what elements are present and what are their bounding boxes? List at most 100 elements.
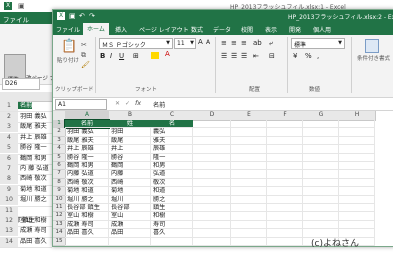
empty-cell[interactable]: [339, 128, 374, 137]
back-cell[interactable]: 羽田 義弘: [18, 113, 47, 120]
empty-cell[interactable]: [231, 120, 266, 129]
data-cell[interactable]: 羽田 義弘: [65, 128, 108, 137]
empty-cell[interactable]: [193, 229, 230, 238]
data-cell[interactable]: 飯尾 雅夫: [65, 137, 108, 146]
empty-cell[interactable]: [193, 128, 230, 137]
empty-cell[interactable]: [109, 238, 150, 246]
align-bottom-icon[interactable]: ≡: [241, 39, 247, 47]
empty-cell[interactable]: [303, 212, 338, 221]
tab-data[interactable]: データ: [213, 25, 231, 34]
empty-cell[interactable]: [193, 212, 230, 221]
back-name-box[interactable]: D26: [2, 78, 40, 90]
empty-cell[interactable]: [339, 187, 374, 196]
empty-cell[interactable]: [267, 204, 302, 213]
back-cell[interactable]: 品田 喜久: [18, 238, 47, 245]
data-cell[interactable]: 品田 喜久: [65, 229, 108, 238]
empty-cell[interactable]: [231, 229, 266, 238]
align-right-icon[interactable]: ☰: [241, 52, 247, 60]
data-cell[interactable]: 井上 辰雄: [65, 145, 108, 154]
undo-icon[interactable]: ↶: [79, 12, 85, 20]
data-cell[interactable]: 成瀬: [109, 221, 150, 230]
wrap-text-icon[interactable]: ⤶: [269, 39, 273, 48]
data-cell[interactable]: 長谷部: [109, 204, 150, 213]
merge-center-icon[interactable]: ⊟: [269, 52, 275, 60]
data-cell[interactable]: 勝谷 隆一: [65, 154, 108, 162]
data-cell[interactable]: 菊地: [109, 187, 150, 196]
empty-cell[interactable]: [267, 120, 302, 129]
data-cell[interactable]: 雅夫: [151, 137, 192, 146]
empty-cell[interactable]: [193, 154, 230, 162]
data-cell[interactable]: 長谷部 鎮生: [65, 204, 108, 213]
empty-cell[interactable]: [193, 170, 230, 179]
empty-cell[interactable]: [193, 179, 230, 188]
border-icon[interactable]: ⊞: [133, 52, 139, 60]
empty-cell[interactable]: [339, 120, 374, 129]
data-cell[interactable]: 内藤: [109, 170, 150, 179]
back-cell[interactable]: 鶴岡 和男: [18, 155, 47, 162]
data-cell[interactable]: 室山 和樹: [65, 212, 108, 221]
tab-formulas[interactable]: 数式: [191, 25, 203, 34]
shrink-font-icon[interactable]: A: [206, 39, 210, 46]
empty-cell[interactable]: [267, 137, 302, 146]
empty-cell[interactable]: [267, 154, 302, 162]
back-cell[interactable]: 勝谷 隆一: [18, 144, 47, 151]
format-painter-icon[interactable]: 🖌: [81, 61, 90, 69]
empty-cell[interactable]: [231, 204, 266, 213]
tab-review[interactable]: 校閲: [241, 25, 253, 34]
back-cell[interactable]: 内 藤 弘道: [18, 165, 49, 172]
cancel-icon[interactable]: ✕: [115, 100, 120, 107]
data-cell[interactable]: 内藤 弘道: [65, 170, 108, 179]
empty-cell[interactable]: [339, 212, 374, 221]
empty-cell[interactable]: [267, 229, 302, 238]
data-cell[interactable]: 和男: [151, 162, 192, 171]
grow-font-icon[interactable]: A: [198, 38, 203, 46]
empty-cell[interactable]: [267, 179, 302, 188]
empty-cell[interactable]: [231, 128, 266, 137]
data-cell[interactable]: 義弘: [151, 128, 192, 137]
data-cell[interactable]: 辰雄: [151, 145, 192, 154]
empty-cell[interactable]: [339, 162, 374, 171]
empty-cell[interactable]: [267, 128, 302, 137]
back-cell[interactable]: 井上 辰雄: [18, 134, 47, 141]
empty-cell[interactable]: [231, 187, 266, 196]
empty-cell[interactable]: [303, 120, 338, 129]
orientation-icon[interactable]: ab: [253, 39, 262, 47]
number-format-select[interactable]: 標準 ▼: [291, 38, 345, 49]
empty-cell[interactable]: [303, 221, 338, 230]
empty-cell[interactable]: [193, 221, 230, 230]
align-center-icon[interactable]: ☰: [231, 52, 237, 60]
data-cell[interactable]: 西崎 敬次: [65, 179, 108, 188]
empty-cell[interactable]: [303, 204, 338, 213]
empty-cell[interactable]: [231, 238, 266, 246]
enter-icon[interactable]: ✓: [125, 100, 130, 107]
empty-cell[interactable]: [303, 170, 338, 179]
data-cell[interactable]: 和樹: [151, 212, 192, 221]
data-cell[interactable]: 勝之: [151, 196, 192, 204]
empty-cell[interactable]: [267, 162, 302, 171]
currency-icon[interactable]: ¥: [293, 52, 297, 60]
back-cell[interactable]: 飯尾 雅夫: [18, 123, 47, 130]
data-cell[interactable]: 西崎: [109, 179, 150, 188]
empty-cell[interactable]: [303, 128, 338, 137]
empty-cell[interactable]: [193, 204, 230, 213]
align-top-icon[interactable]: ≡: [221, 39, 227, 47]
data-cell[interactable]: 飯尾: [109, 137, 150, 146]
empty-cell[interactable]: [231, 179, 266, 188]
tab-page-layout[interactable]: ページ レイアウト: [139, 25, 189, 34]
empty-cell[interactable]: [267, 187, 302, 196]
data-cell[interactable]: 鶴岡: [109, 162, 150, 171]
empty-cell[interactable]: [65, 238, 108, 246]
empty-cell[interactable]: [193, 187, 230, 196]
data-cell[interactable]: 菊地 和道: [65, 187, 108, 196]
empty-cell[interactable]: [303, 196, 338, 204]
data-cell[interactable]: 堀川 勝之: [65, 196, 108, 204]
function-icon[interactable]: fx: [135, 99, 141, 107]
empty-cell[interactable]: [231, 212, 266, 221]
data-cell[interactable]: 喜久: [151, 229, 192, 238]
formula-input[interactable]: 名前: [149, 99, 392, 109]
empty-cell[interactable]: [303, 179, 338, 188]
empty-cell[interactable]: [231, 162, 266, 171]
data-cell[interactable]: 室山: [109, 212, 150, 221]
name-box[interactable]: A1: [55, 99, 107, 110]
empty-cell[interactable]: [267, 145, 302, 154]
